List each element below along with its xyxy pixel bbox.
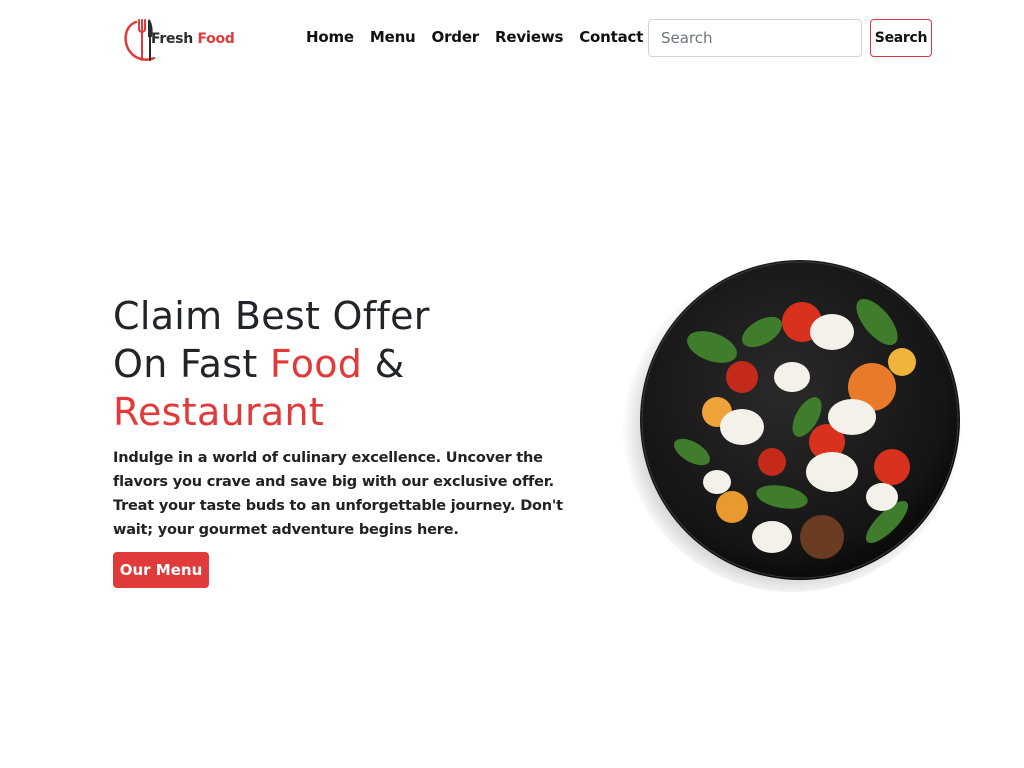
hero-title: Claim Best Offer On Fast Food & Restaura… bbox=[113, 292, 593, 436]
brand-name-fresh: Fresh bbox=[151, 31, 193, 47]
hero-title-line2: On Fast bbox=[113, 342, 270, 386]
main-nav: Home Menu Order Reviews Contact bbox=[298, 26, 651, 48]
nav-order[interactable]: Order bbox=[424, 26, 487, 48]
hero-title-line1: Claim Best Offer bbox=[113, 294, 430, 338]
nav-reviews[interactable]: Reviews bbox=[487, 26, 571, 48]
nav-home[interactable]: Home bbox=[298, 26, 362, 48]
search-input[interactable] bbox=[648, 19, 862, 57]
search-button[interactable]: Search bbox=[870, 19, 932, 57]
salad-plate-image bbox=[622, 256, 962, 592]
our-menu-button[interactable]: Our Menu bbox=[113, 552, 209, 588]
brand-name: Fresh Food bbox=[151, 31, 235, 47]
navbar: Fresh Food Home Menu Order Reviews Conta… bbox=[0, 0, 1024, 76]
brand-name-food: Food bbox=[197, 31, 235, 47]
hero-title-accent-restaurant: Restaurant bbox=[113, 390, 325, 434]
nav-contact[interactable]: Contact bbox=[571, 26, 651, 48]
hero-title-ampersand: & bbox=[362, 342, 405, 386]
hero-description: Indulge in a world of culinary excellenc… bbox=[113, 450, 563, 538]
nav-menu[interactable]: Menu bbox=[362, 26, 424, 48]
hero-title-accent-food: Food bbox=[269, 342, 363, 386]
brand-logo[interactable]: Fresh Food bbox=[122, 14, 238, 64]
